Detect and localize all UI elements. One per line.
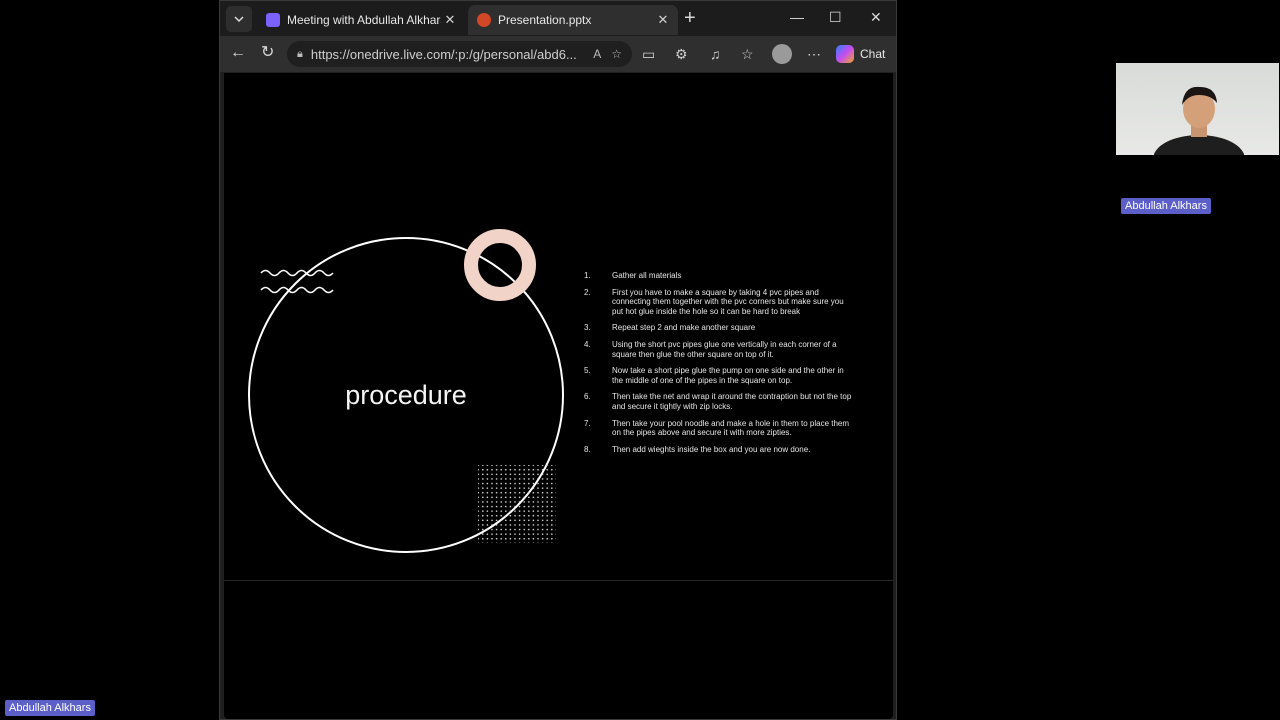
more-options-icon[interactable]: ⋯: [807, 45, 821, 63]
step-number: 3.: [584, 323, 591, 333]
immersive-reader-icon[interactable]: ▭: [642, 45, 655, 63]
step-text: Then take the net and wrap it around the…: [612, 392, 852, 411]
browser-toolbar: ← ↻ 🔒︎ https://onedrive.live.com/:p:/g/p…: [220, 36, 896, 72]
copilot-icon: [836, 45, 854, 63]
tab-bar: Meeting with Abdullah Alkhars-20 ✕ Prese…: [220, 1, 896, 36]
copilot-chat-button[interactable]: Chat: [836, 45, 885, 63]
new-tab-button[interactable]: +: [684, 8, 696, 28]
lock-icon: 🔒︎: [297, 47, 303, 60]
favorites-icon[interactable]: ☆: [741, 45, 754, 63]
step-text: Repeat step 2 and make another square: [612, 323, 756, 333]
list-item: 6. Then take the net and wrap it around t…: [584, 392, 854, 411]
step-number: 7.: [584, 418, 591, 428]
procedure-steps: 1. Gather all materials 2. First you have …: [584, 271, 854, 461]
tab-actions-menu-button[interactable]: [226, 6, 252, 32]
wave-line-top: [260, 269, 334, 277]
step-number: 6.: [584, 392, 591, 402]
chat-label: Chat: [860, 47, 886, 61]
address-bar[interactable]: 🔒︎ https://onedrive.live.com/:p:/g/perso…: [287, 41, 632, 67]
participant-video-tile[interactable]: [1116, 63, 1279, 155]
step-number: 5.: [584, 366, 591, 376]
wave-line-bottom: [260, 286, 334, 294]
address-url: https://onedrive.live.com/:p:/g/personal…: [310, 46, 577, 62]
slide-title: procedure: [345, 380, 467, 410]
dot-grid: [478, 465, 556, 543]
list-item: 2. First you have to make a square by tak…: [584, 288, 854, 317]
list-item: 4. Using the short pvc pipes glue one ver…: [584, 340, 854, 359]
meeting-stage: Meeting with Abdullah Alkhars-20 ✕ Prese…: [0, 0, 1280, 720]
step-number: 4.: [584, 339, 591, 349]
step-text: Then add wieghts inside the box and you …: [612, 444, 811, 454]
powerpoint-icon: [477, 13, 491, 27]
teams-icon: [266, 13, 280, 27]
extensions-icon[interactable]: ⚙: [675, 45, 688, 63]
refresh-button[interactable]: ↻: [261, 44, 274, 62]
step-text: Then take your pool noodle and make a ho…: [612, 418, 850, 438]
step-number: 2.: [584, 287, 591, 297]
step-text: First you have to make a square by takin…: [612, 287, 844, 316]
slide: procedure 1. Gather all materials 2. First…: [224, 73, 893, 581]
read-aloud-icon[interactable]: A: [593, 47, 601, 61]
step-text: Now take a short pipe glue the pump on o…: [612, 366, 844, 385]
close-window-button[interactable]: ✕: [870, 9, 882, 26]
profile-avatar[interactable]: [772, 44, 792, 64]
presenter-name-tag: Abdullah Alkhars: [5, 700, 95, 716]
favorite-star-icon[interactable]: ☆: [611, 47, 622, 61]
tab-presentation[interactable]: Presentation.pptx ✕: [468, 5, 678, 35]
step-number: 8.: [584, 444, 591, 454]
peach-ring: [464, 229, 536, 301]
list-item: 7. Then take your pool noodle and make a…: [584, 419, 854, 438]
tab-label: Meeting with Abdullah Alkhars-20: [287, 13, 441, 27]
maximize-button[interactable]: ☐: [829, 9, 842, 26]
minimize-button[interactable]: —: [790, 9, 804, 25]
list-item: 8. Then add wieghts inside the box and yo…: [584, 445, 854, 455]
step-text: Gather all materials: [612, 271, 682, 280]
browser-window: Meeting with Abdullah Alkhars-20 ✕ Prese…: [219, 0, 897, 720]
step-number: 1.: [584, 271, 591, 280]
media-control-icon[interactable]: ♫: [710, 45, 721, 63]
tab-label: Presentation.pptx: [498, 13, 592, 27]
participant-name-tag: Abdullah Alkhars: [1121, 198, 1211, 214]
presentation-viewport: procedure 1. Gather all materials 2. First…: [224, 73, 893, 719]
close-icon[interactable]: ✕: [654, 12, 672, 28]
list-item: 5. Now take a short pipe glue the pump on…: [584, 366, 854, 385]
participant-video: [1154, 86, 1244, 155]
step-text: Using the short pvc pipes glue one verti…: [612, 339, 837, 359]
chevron-down-icon: [234, 16, 244, 23]
tab-meeting[interactable]: Meeting with Abdullah Alkhars-20 ✕: [257, 5, 465, 35]
back-button[interactable]: ←: [230, 44, 246, 62]
list-item: 3. Repeat step 2 and make another square: [584, 323, 854, 333]
close-icon[interactable]: ✕: [441, 12, 459, 28]
list-item: 1. Gather all materials: [584, 271, 854, 281]
